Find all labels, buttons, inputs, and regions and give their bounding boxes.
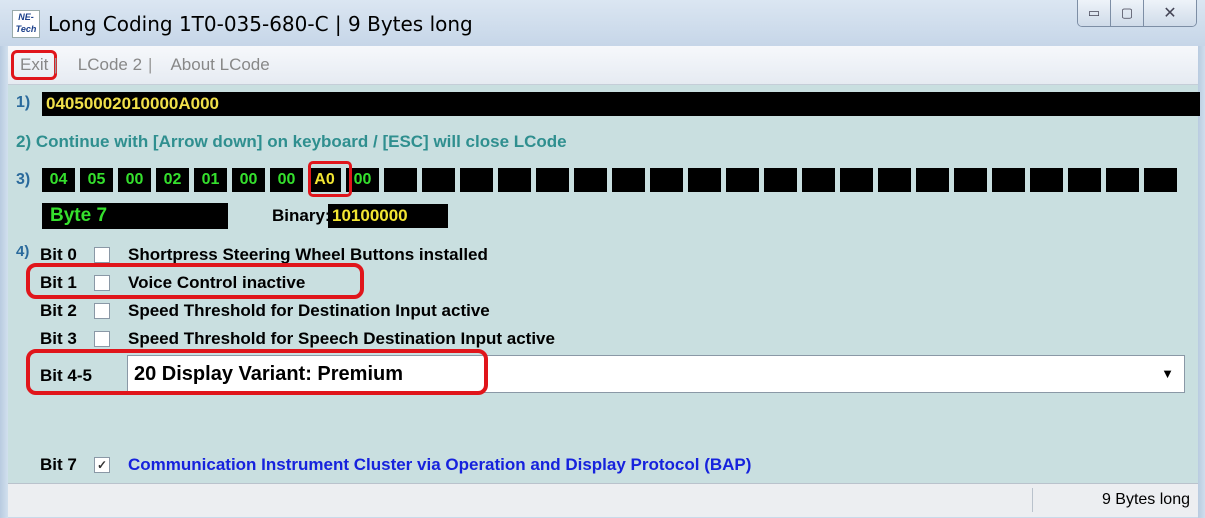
binary-label: Binary: (272, 206, 331, 225)
window-title: Long Coding 1T0-035-680-C | 9 Bytes long (48, 12, 473, 36)
window-controls: ▭ ▢ ✕ (1077, 0, 1197, 27)
byte-cell[interactable]: 00 (270, 168, 303, 192)
byte-cell[interactable] (726, 168, 759, 192)
bit-1-highlight (26, 263, 364, 299)
byte-cell[interactable] (878, 168, 911, 192)
bit-description: Speed Threshold for Speech Destination I… (128, 329, 555, 348)
step-1-label: 1) (16, 94, 31, 111)
byte-label: Byte 7 (42, 203, 228, 229)
byte-cell[interactable]: 00 (118, 168, 151, 192)
byte-cell[interactable] (422, 168, 455, 192)
byte-cell[interactable] (1144, 168, 1177, 192)
byte-cell[interactable] (536, 168, 569, 192)
title-bar: NE-Tech Long Coding 1T0-035-680-C | 9 By… (0, 0, 1205, 46)
step-4-label: 4) (16, 243, 30, 260)
instruction-text: 2) Continue with [Arrow down] on keyboar… (16, 132, 567, 151)
bit-row: Bit 2 Speed Threshold for Destination In… (40, 301, 490, 321)
binary-value: 10100000 (328, 204, 448, 228)
status-byte-length: 9 Bytes long (1101, 491, 1190, 508)
bit-4-5-highlight (26, 349, 488, 395)
menu-exit[interactable]: Exit (11, 50, 58, 80)
byte-cell[interactable] (840, 168, 873, 192)
byte-cell[interactable] (688, 168, 721, 192)
bit-number: Bit 7 (40, 455, 77, 474)
bit-row: Bit 0 Shortpress Steering Wheel Buttons … (40, 245, 488, 265)
window-frame-right (1198, 46, 1205, 518)
selected-byte-highlight (308, 161, 352, 197)
byte-cell[interactable] (1106, 168, 1139, 192)
menu-bar: Exit | LCode 2 | About LCode (8, 46, 1198, 85)
status-panel-left (8, 488, 1033, 512)
bit-checkbox[interactable] (94, 247, 110, 263)
byte-cell[interactable] (498, 168, 531, 192)
menu-lcode2[interactable]: LCode 2 (72, 55, 148, 75)
menu-about[interactable]: About LCode (164, 55, 275, 75)
maximize-button[interactable]: ▢ (1111, 0, 1144, 26)
bit-number: Bit 2 (40, 301, 77, 320)
byte-cell[interactable]: 05 (80, 168, 113, 192)
byte-cell[interactable] (650, 168, 683, 192)
byte-cell[interactable] (992, 168, 1025, 192)
byte-cell[interactable] (574, 168, 607, 192)
byte-cell[interactable]: 04 (42, 168, 75, 192)
bit-checkbox[interactable] (94, 331, 110, 347)
main-panel: 1) 04050002010000A000 2) Continue with [… (8, 85, 1200, 483)
byte-selector: 04 05 00 02 01 00 00 A0 00 (42, 168, 1182, 192)
status-bar: 9 Bytes long (8, 483, 1198, 517)
window-frame-left (0, 46, 8, 518)
bit-description: Speed Threshold for Destination Input ac… (128, 301, 490, 320)
close-button[interactable]: ✕ (1144, 0, 1196, 26)
minimize-button[interactable]: ▭ (1078, 0, 1111, 26)
bit-number: Bit 0 (40, 245, 77, 264)
menu-separator: | (148, 55, 153, 74)
byte-cell[interactable]: 00 (232, 168, 265, 192)
byte-cell[interactable] (384, 168, 417, 192)
byte-cell[interactable] (1030, 168, 1063, 192)
bit-row: Bit 7 ✓ Communication Instrument Cluster… (40, 455, 751, 475)
menu-separator: | (53, 55, 58, 74)
step-3-label: 3) (16, 171, 31, 188)
byte-cell[interactable]: 01 (194, 168, 227, 192)
byte-cell[interactable] (460, 168, 493, 192)
byte-cell[interactable] (612, 168, 645, 192)
bit-description: Communication Instrument Cluster via Ope… (128, 455, 752, 474)
byte-cell[interactable] (916, 168, 949, 192)
byte-cell[interactable] (954, 168, 987, 192)
bit-checkbox[interactable]: ✓ (94, 457, 110, 473)
bit-description: Shortpress Steering Wheel Buttons instal… (128, 245, 488, 264)
app-icon: NE-Tech (12, 10, 40, 38)
bit-row: Bit 3 Speed Threshold for Speech Destina… (40, 329, 555, 349)
dropdown-arrow-icon[interactable]: ▼ (1161, 356, 1174, 392)
byte-cell[interactable] (764, 168, 797, 192)
bit-checkbox[interactable] (94, 303, 110, 319)
byte-cell[interactable]: 02 (156, 168, 189, 192)
byte-cell[interactable] (1068, 168, 1101, 192)
bit-number: Bit 3 (40, 329, 77, 348)
byte-cell[interactable] (802, 168, 835, 192)
coding-string-field[interactable]: 04050002010000A000 (42, 92, 1200, 116)
